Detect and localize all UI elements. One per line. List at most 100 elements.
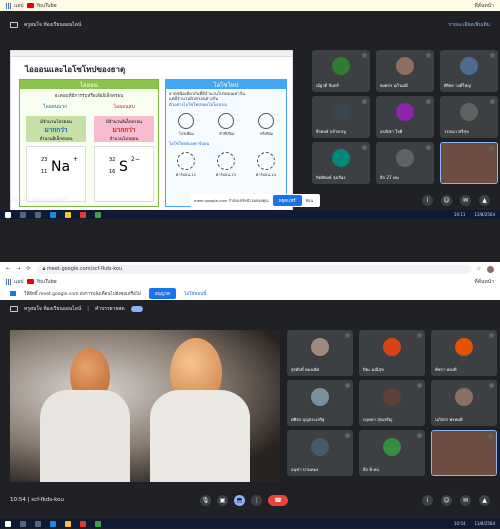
youtube-bookmark[interactable]: YouTube — [27, 279, 57, 285]
participant-avatar — [311, 338, 329, 357]
reload-icon[interactable]: ⟳ — [26, 266, 30, 272]
captions-toggle[interactable] — [130, 306, 143, 312]
leave-call-button[interactable]: ☎ — [268, 494, 288, 506]
forward-icon[interactable]: → — [16, 266, 20, 272]
participant-tile[interactable]: ปิยะ มณีสุข — [359, 330, 425, 376]
star-icon[interactable]: ☆ — [477, 266, 481, 272]
info-icon[interactable] — [10, 22, 18, 28]
participant-name: พงศกร แก้วมณี — [380, 83, 408, 88]
camera-button[interactable]: ▣ — [217, 494, 228, 506]
not-now-button[interactable]: ไม่ใช่ตอนนี้ — [184, 290, 206, 297]
hide-banner-button[interactable]: ซ่อน — [306, 198, 313, 204]
chat-button[interactable]: ✉ — [460, 194, 471, 206]
stop-sharing-button[interactable]: หยุดแชร์ — [272, 195, 302, 206]
carbon-atom-3 — [257, 152, 275, 171]
participant-tile[interactable]: พงศกร แก้วมณี — [376, 50, 434, 92]
edge-icon[interactable] — [50, 211, 56, 218]
isotope-panel: ไอโซโทป ธาตุชนิดเดียวกันที่มีจำนวนโปรตอน… — [165, 79, 287, 207]
chrome-icon[interactable] — [80, 520, 86, 527]
participant-name: วรรณา ศรีสุข — [444, 129, 469, 134]
slide-toolbar — [11, 51, 292, 57]
mic-muted-icon — [345, 383, 350, 388]
meeting-details-link[interactable]: รายละเอียดเพิ่มเติม — [448, 21, 490, 29]
gloved-hand-right — [150, 390, 250, 482]
present-button[interactable]: ⬒ — [234, 494, 245, 506]
bookmarks-bar: แอป YouTube ที่คั่นหน้า — [0, 276, 500, 287]
windows-start-icon[interactable] — [5, 520, 11, 527]
taskbar: 10:54 13/8/2564 — [0, 519, 500, 528]
profile-avatar[interactable] — [487, 265, 494, 273]
people-button[interactable]: ☺ — [441, 194, 452, 206]
participant-tile[interactable]: กิตติพงษ์ รุ่งเรือง — [312, 142, 370, 184]
bookmarks-folder[interactable]: ที่คั่นหน้า — [474, 2, 494, 10]
activities-button[interactable]: ▲ — [479, 194, 490, 206]
participant-tile[interactable]: พัชรา ทองดี — [431, 330, 497, 376]
apps-bookmark[interactable]: แอป — [6, 2, 23, 10]
participant-avatar — [460, 56, 478, 75]
mic-muted-icon — [489, 146, 494, 151]
people-button[interactable]: ☺ — [441, 494, 452, 506]
mic-muted-icon — [362, 145, 367, 150]
explorer-icon[interactable] — [65, 520, 71, 527]
meet-window-presentation: แอป YouTube ที่คั่นหน้า ครูสมใจ ห้องเรีย… — [0, 0, 500, 262]
youtube-bookmark[interactable]: YouTube — [27, 3, 57, 9]
mic-muted-icon — [362, 53, 367, 58]
mic-muted-icon — [490, 53, 495, 58]
info-button[interactable]: i — [422, 494, 433, 506]
participant-tile[interactable]: สุรศักดิ์ ทองเลิศ — [287, 330, 353, 376]
windows-start-icon[interactable] — [5, 211, 11, 218]
edge-icon[interactable] — [50, 520, 56, 527]
address-bar[interactable]: 🔒︎ meet.google.com/scf-fkds-kou — [36, 264, 471, 274]
participant-tile[interactable] — [431, 430, 497, 476]
participant-name: อนุชา ปานทอง — [291, 467, 319, 472]
participant-tile[interactable]: อรณิชา ใจดี — [376, 96, 434, 138]
participant-name: อีก 27 คน — [380, 175, 399, 180]
task-view-icon[interactable] — [35, 520, 41, 527]
participant-tile[interactable]: ณัฐวดี จันทร์ — [312, 50, 370, 92]
mic-muted-icon — [488, 434, 493, 439]
meet-bottom-bar: 10:54 | scf-fkds-kou 🎙︎ ▣ ⬒ ⋮ ☎ i ☺ ✉ ▲ — [0, 491, 500, 509]
meet-window-camera: ← → ⟳ 🔒︎ meet.google.com/scf-fkds-kou ☆ … — [0, 262, 500, 529]
participant-tile[interactable]: กฤษดา สุขเจริญ — [359, 380, 425, 426]
apps-icon — [6, 2, 12, 9]
participant-avatar — [332, 102, 350, 121]
participant-tile[interactable]: ศิริพร วงศ์ใหญ่ — [440, 50, 498, 92]
info-icon[interactable] — [10, 306, 18, 312]
back-icon[interactable]: ← — [6, 266, 10, 272]
meet-header: ครูสมใจ ห้องเรียนออนไลน์ | คำบรรยายสด — [0, 300, 500, 318]
apps-bookmark[interactable]: แอป — [6, 278, 23, 286]
mic-muted-icon — [490, 99, 495, 104]
meet-icon[interactable] — [95, 211, 101, 218]
meeting-time-code: 10:54 | scf-fkds-kou — [10, 497, 65, 503]
notification-prompt: ให้สิทธิ์ meet.google.com ส่งการแจ้งเตือ… — [0, 287, 500, 300]
participant-tile[interactable]: วรรณา ศรีสุข — [440, 96, 498, 138]
task-view-icon[interactable] — [35, 211, 41, 218]
info-button[interactable]: i — [422, 194, 433, 206]
activities-button[interactable]: ▲ — [479, 494, 490, 506]
chat-button[interactable]: ✉ — [460, 494, 471, 506]
participant-name: อรณิชา ใจดี — [380, 129, 403, 134]
participant-avatar — [311, 388, 329, 407]
search-icon[interactable] — [20, 520, 26, 527]
ion-panel: ไอออน อะตอมที่มีการรับหรือเสียอิเล็กตรอน… — [19, 79, 159, 207]
anion-box: มีจำนวนอิเล็กตรอน มากกว่า จำนวนโปรตอน — [94, 116, 154, 142]
microphone-button[interactable]: 🎙︎ — [200, 494, 211, 506]
more-options-button[interactable]: ⋮ — [251, 494, 262, 506]
participant-tile[interactable]: อนุชา ปานทอง — [287, 430, 353, 476]
chrome-icon[interactable] — [80, 211, 86, 218]
taskbar: 10:11 13/8/2564 — [0, 210, 500, 219]
participant-name: ธีรพงษ์ กล้าหาญ — [316, 129, 346, 134]
bookmarks-folder[interactable]: ที่คั่นหน้า — [474, 278, 494, 286]
allow-button[interactable]: อนุญาต — [148, 288, 176, 299]
explorer-icon[interactable] — [65, 211, 71, 218]
participant-tile[interactable]: อีก 27 คน — [376, 142, 434, 184]
participant-tile[interactable]: ศศิธร บุญประเสริฐ — [287, 380, 353, 426]
participant-tile[interactable]: อีก 8 คน — [359, 430, 425, 476]
participant-tile[interactable]: นภัสสร พรหมดี — [431, 380, 497, 426]
search-icon[interactable] — [20, 211, 26, 218]
meet-icon[interactable] — [95, 520, 101, 527]
anion-label: ไอออนลบ — [113, 104, 135, 110]
participant-tile[interactable] — [440, 142, 498, 184]
carbon-isotope-heading: ไอโซโทปของคาร์บอน — [169, 141, 210, 147]
participant-tile[interactable]: ธีรพงษ์ กล้าหาญ — [312, 96, 370, 138]
